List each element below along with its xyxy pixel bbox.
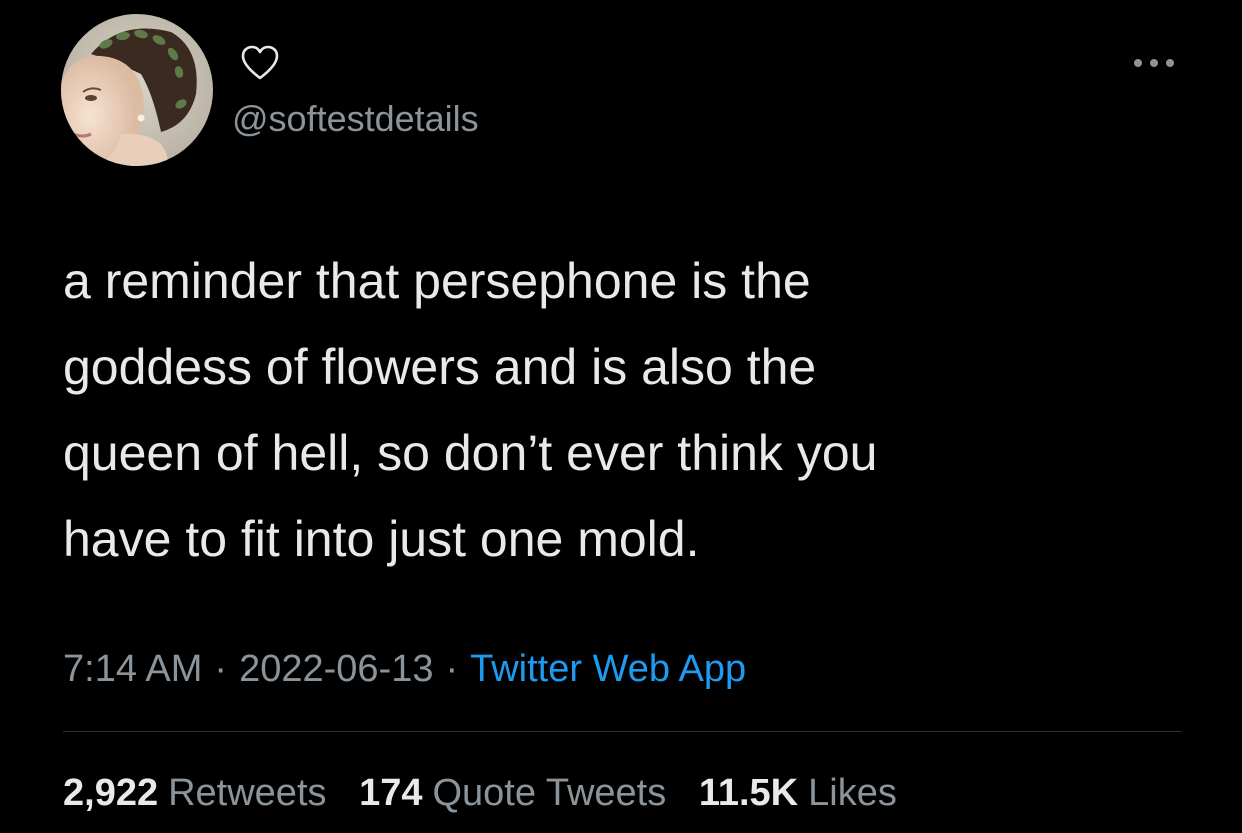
tweet-line: a reminder that persephone is the [63,253,811,309]
quote-tweets-stat[interactable]: 174 Quote Tweets [359,768,666,818]
tweet-line: have to fit into just one mold. [63,511,700,567]
user-handle[interactable]: @softestdetails [232,97,479,141]
quote-tweets-label: Quote Tweets [432,772,667,814]
retweets-stat[interactable]: 2,922 Retweets [63,768,327,818]
likes-count: 11.5K [698,772,799,814]
retweets-label: Retweets [168,772,327,814]
separator: · [214,648,228,690]
heart-outline-icon [240,44,280,82]
tweet-date[interactable]: 2022-06-13 [239,648,433,690]
avatar[interactable] [61,14,213,166]
likes-stat[interactable]: 11.5K Likes [699,768,897,818]
tweet-text: a reminder that persephone is the goddes… [63,238,1163,582]
more-horizontal-icon [1134,59,1174,67]
separator: · [445,648,459,690]
quote-tweets-count: 174 [359,772,423,814]
more-options-button[interactable] [1128,50,1180,76]
tweet-line: goddess of flowers and is also the [63,339,817,395]
tweet-metadata: 7:14 AM · 2022-06-13 · Twitter Web App [63,644,746,694]
tweet-time[interactable]: 7:14 AM [63,648,202,690]
tweet-stats: 2,922 Retweets 174 Quote Tweets 11.5K Likes [63,768,919,818]
retweets-count: 2,922 [63,772,159,814]
likes-label: Likes [808,772,897,814]
tweet-line: queen of hell, so don’t ever think you [63,425,878,481]
tweet-source-link[interactable]: Twitter Web App [470,648,746,690]
avatar-image [61,14,213,166]
divider [63,731,1182,732]
